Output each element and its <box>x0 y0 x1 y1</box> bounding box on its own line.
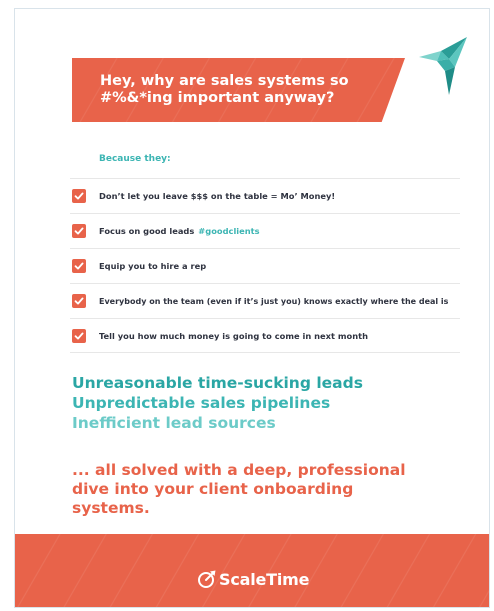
checklist-item: Tell you how much money is going to come… <box>70 318 460 353</box>
one-pager-card: Hey, why are sales systems so #%&*ing im… <box>14 8 490 608</box>
checklist-item-text: Focus on good leads #goodclients <box>99 226 260 236</box>
hashtag-goodclients: #goodclients <box>198 226 260 236</box>
checklist-intro: Because they: <box>99 154 171 164</box>
headline-banner: Hey, why are sales systems so #%&*ing im… <box>72 58 405 122</box>
check-icon <box>72 224 86 238</box>
origami-bird-icon <box>419 37 467 95</box>
check-icon <box>72 189 86 203</box>
pain-point: Inefficient lead sources <box>72 414 276 432</box>
logo-wordmark: ScaleTime <box>219 569 310 589</box>
footer-band: ScaleTime <box>15 534 489 607</box>
checklist-item-text: Tell you how much money is going to come… <box>99 330 368 341</box>
benefits-checklist: Don’t let you leave $$$ on the table = M… <box>70 178 460 353</box>
pain-point: Unpredictable sales pipelines <box>72 394 331 412</box>
checklist-item-text: Everybody on the team (even if it’s just… <box>99 296 449 306</box>
checklist-item: Equip you to hire a rep <box>70 248 460 283</box>
checklist-item-text: Don’t let you leave $$$ on the table = M… <box>99 191 336 201</box>
scaletime-logo: ScaleTime <box>197 569 309 589</box>
headline-title: Hey, why are sales systems so #%&*ing im… <box>100 73 349 106</box>
scaletime-logo-icon <box>198 570 216 588</box>
checklist-item: Focus on good leads #goodclients <box>70 213 460 248</box>
checklist-item: Don’t let you leave $$$ on the table = M… <box>70 178 460 213</box>
check-icon <box>72 294 86 308</box>
check-icon <box>72 328 86 343</box>
checklist-item: Everybody on the team (even if it’s just… <box>70 283 460 318</box>
check-icon <box>72 259 86 273</box>
pain-points: Unreasonable time-sucking leads Unpredic… <box>72 373 363 433</box>
checklist-item-text: Equip you to hire a rep <box>99 261 207 271</box>
pain-point: Unreasonable time-sucking leads <box>72 374 363 392</box>
solution-statement: ... all solved with a deep, professional… <box>72 461 406 517</box>
